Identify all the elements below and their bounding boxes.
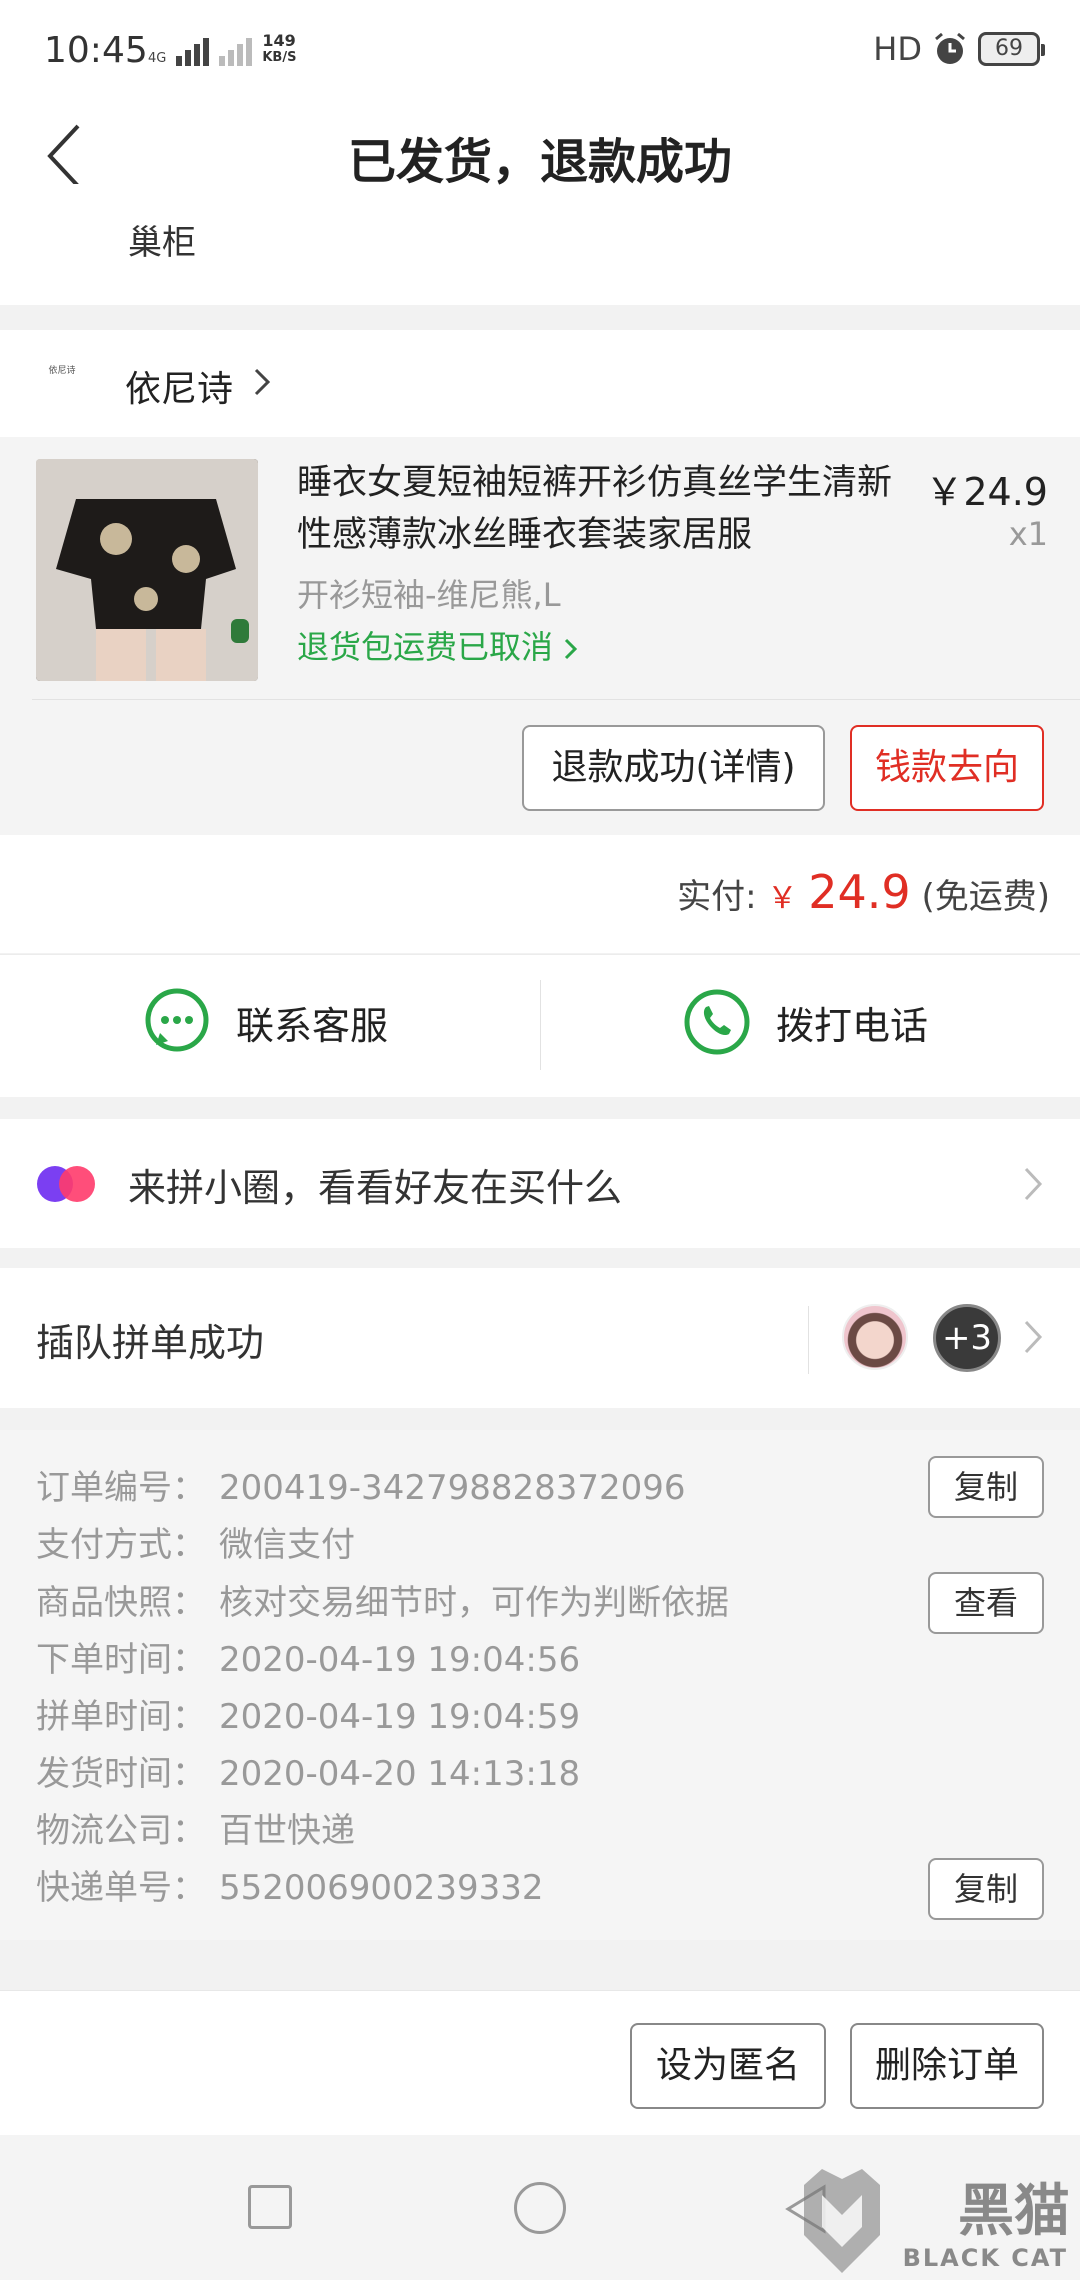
network-speed: 149 KB/S bbox=[262, 31, 297, 65]
delete-order-button[interactable]: 删除订单 bbox=[850, 2023, 1044, 2109]
network-tag: 4G bbox=[148, 51, 167, 66]
order-number-label: 订单编号： bbox=[36, 1468, 206, 1508]
call-phone-button[interactable]: 拨打电话 bbox=[682, 987, 928, 1057]
friend-circle-text: 来拼小圈，看看好友在买什么 bbox=[128, 1166, 623, 1210]
avatar bbox=[842, 1304, 908, 1370]
product-price: ￥24.9 bbox=[925, 470, 1048, 514]
snapshot-row: 商品快照： 核对交易细节时，可作为判断依据 bbox=[36, 1575, 729, 1624]
contact-service-label: 联系客服 bbox=[236, 1003, 389, 1048]
view-snapshot-button[interactable]: 查看 bbox=[928, 1572, 1044, 1634]
page-subtitle: 巢柜 bbox=[128, 223, 196, 263]
order-number-value: 200419-342798828372096 bbox=[219, 1468, 686, 1508]
group-buy-row[interactable]: 插队拼单成功 +3 bbox=[0, 1268, 1080, 1408]
recents-icon[interactable] bbox=[248, 2185, 292, 2229]
payment-method-row: 支付方式： 微信支付 bbox=[36, 1517, 355, 1566]
chat-bubble-icon bbox=[145, 988, 209, 1052]
product-image[interactable] bbox=[36, 459, 258, 681]
home-icon[interactable] bbox=[514, 2182, 566, 2234]
shop-name[interactable]: 依尼诗 bbox=[125, 360, 233, 412]
call-phone-label: 拨打电话 bbox=[776, 1003, 929, 1048]
order-time-value: 2020-04-19 19:04:56 bbox=[219, 1640, 581, 1680]
chevron-right-icon bbox=[254, 368, 271, 396]
signal-icon bbox=[176, 36, 210, 66]
page-header: 已发货，退款成功 巢柜 bbox=[0, 100, 1080, 305]
set-anonymous-button[interactable]: 设为匿名 bbox=[630, 2023, 826, 2109]
paid-amount-line: 实付: ￥ 24.9 (免运费) bbox=[677, 865, 1050, 919]
snapshot-label: 商品快照： bbox=[36, 1583, 206, 1623]
contact-service-button[interactable]: 联系客服 bbox=[142, 987, 388, 1057]
logistics-company-value: 百世快递 bbox=[219, 1811, 355, 1851]
product-card[interactable]: 睡衣女夏短袖短裤开衫仿真丝学生清新性感薄款冰丝睡衣套装家居服 ￥24.9 x1 … bbox=[0, 437, 1080, 835]
ship-time-label: 发货时间： bbox=[36, 1754, 206, 1794]
paid-currency: ￥ bbox=[767, 881, 798, 916]
order-time-label: 下单时间： bbox=[36, 1640, 206, 1680]
chevron-right-icon bbox=[1024, 1320, 1043, 1354]
alarm-icon bbox=[935, 32, 965, 64]
divider bbox=[32, 699, 1080, 700]
status-right: HD 69 bbox=[873, 30, 1045, 68]
copy-order-number-button[interactable]: 复制 bbox=[928, 1456, 1044, 1518]
more-members-badge: +3 bbox=[933, 1304, 1001, 1372]
chevron-right-icon bbox=[565, 638, 578, 660]
paid-amount: 24.9 bbox=[808, 865, 911, 919]
product-quantity: x1 bbox=[1008, 515, 1048, 553]
watermark-text: 黑猫 bbox=[958, 2179, 1070, 2244]
watermark-subtext: BLACK CAT bbox=[902, 2244, 1068, 2272]
signal-empty-icon bbox=[219, 36, 253, 66]
group-time-label: 拼单时间： bbox=[36, 1697, 206, 1737]
group-time-row: 拼单时间： 2020-04-19 19:04:59 bbox=[36, 1689, 580, 1738]
tracking-number-label: 快递单号： bbox=[36, 1868, 206, 1908]
bottom-action-bar: 设为匿名 删除订单 bbox=[0, 1990, 1080, 2135]
battery-icon: 69 bbox=[978, 32, 1045, 66]
friend-circle-row[interactable]: 来拼小圈，看看好友在买什么 bbox=[0, 1119, 1080, 1248]
return-shipping-link[interactable]: 退货包运费已取消 bbox=[297, 622, 579, 668]
contact-row: 联系客服 拨打电话 bbox=[0, 954, 1080, 1097]
payment-summary: 实付: ￥ 24.9 (免运费) bbox=[0, 835, 1080, 953]
logistics-company-row: 物流公司： 百世快递 bbox=[36, 1803, 355, 1852]
group-time-value: 2020-04-19 19:04:59 bbox=[219, 1697, 581, 1737]
order-info: 订单编号： 200419-342798828372096 复制 支付方式： 微信支付… bbox=[0, 1430, 1080, 1940]
phone-icon bbox=[684, 989, 750, 1055]
contact-divider bbox=[540, 980, 541, 1070]
network-indicator: 4G 149 KB/S bbox=[148, 32, 296, 66]
chevron-right-icon bbox=[1024, 1167, 1043, 1201]
ship-time-value: 2020-04-20 14:13:18 bbox=[219, 1754, 581, 1794]
hd-label: HD bbox=[873, 30, 922, 68]
tracking-number-row: 快递单号： 552006900239332 bbox=[36, 1860, 543, 1909]
shop-logo: 依尼诗 bbox=[48, 366, 76, 376]
logistics-company-label: 物流公司： bbox=[36, 1811, 206, 1851]
group-divider bbox=[808, 1306, 809, 1374]
page-title: 已发货，退款成功 bbox=[347, 134, 732, 190]
paid-label: 实付: bbox=[677, 877, 757, 917]
shipping-note: (免运费) bbox=[921, 877, 1050, 917]
payment-method-label: 支付方式： bbox=[36, 1525, 206, 1565]
ship-time-row: 发货时间： 2020-04-20 14:13:18 bbox=[36, 1746, 580, 1795]
friend-circle-icon bbox=[37, 1166, 95, 1202]
product-spec: 开衫短袖-维尼熊,L bbox=[297, 576, 561, 614]
tracking-number-value: 552006900239332 bbox=[219, 1868, 544, 1908]
return-shipping-text: 退货包运费已取消 bbox=[297, 628, 554, 666]
product-title[interactable]: 睡衣女夏短袖短裤开衫仿真丝学生清新性感薄款冰丝睡衣套装家居服 bbox=[297, 457, 907, 561]
refund-detail-button[interactable]: 退款成功(详情) bbox=[522, 725, 825, 811]
order-number-row: 订单编号： 200419-342798828372096 bbox=[36, 1460, 686, 1509]
shop-row[interactable]: 依尼诗 依尼诗 bbox=[0, 330, 1080, 437]
copy-tracking-number-button[interactable]: 复制 bbox=[928, 1858, 1044, 1920]
status-bar: 10:45 4G 149 KB/S HD 69 bbox=[0, 0, 1080, 100]
group-buy-text: 插队拼单成功 bbox=[36, 1321, 265, 1365]
order-time-row: 下单时间： 2020-04-19 19:04:56 bbox=[36, 1632, 580, 1681]
status-time: 10:45 bbox=[44, 30, 148, 71]
snapshot-value: 核对交易细节时，可作为判断依据 bbox=[219, 1583, 729, 1623]
money-destination-button[interactable]: 钱款去向 bbox=[850, 725, 1044, 811]
payment-method-value: 微信支付 bbox=[219, 1525, 355, 1565]
